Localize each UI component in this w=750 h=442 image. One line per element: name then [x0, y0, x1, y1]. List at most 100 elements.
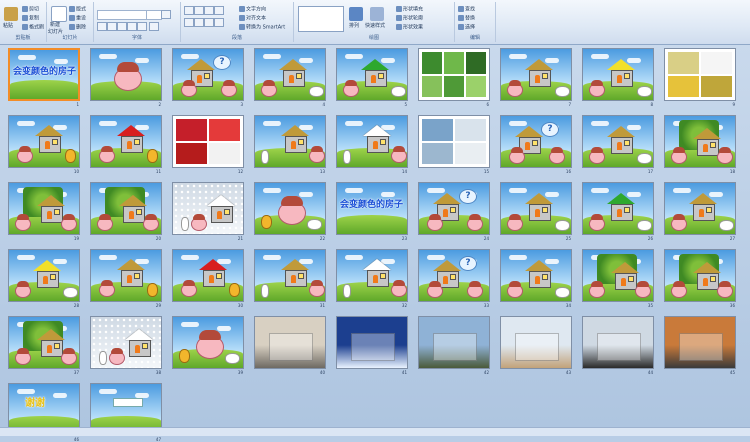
arrange-button[interactable]: 排列: [349, 23, 359, 30]
slide-24[interactable]: ?: [418, 182, 490, 235]
slide-27[interactable]: [664, 182, 736, 235]
slide-thumbnail[interactable]: 42: [418, 316, 490, 375]
slide-thumbnail[interactable]: 45: [664, 316, 736, 375]
font-color-icon[interactable]: [149, 22, 159, 31]
slide-19[interactable]: [8, 182, 80, 235]
slide-41[interactable]: [336, 316, 408, 369]
slide-thumbnail[interactable]: 29: [90, 249, 162, 308]
font-name-input[interactable]: [97, 10, 147, 20]
slide-22[interactable]: [254, 182, 326, 235]
shape-effects-button[interactable]: 形状效果: [396, 24, 423, 32]
italic-icon[interactable]: [107, 22, 117, 31]
slide-thumbnail[interactable]: 20: [90, 182, 162, 241]
new-slide-icon[interactable]: [51, 6, 67, 22]
slide-35[interactable]: [582, 249, 654, 302]
slide-thumbnail[interactable]: 38: [90, 316, 162, 375]
slide-thumbnail[interactable]: 8: [582, 48, 654, 107]
slide-thumbnail[interactable]: 37: [8, 316, 80, 375]
slide-32[interactable]: [336, 249, 408, 302]
copy-button[interactable]: 复制: [22, 15, 39, 23]
slide-30[interactable]: [172, 249, 244, 302]
increase-indent-icon[interactable]: [214, 6, 224, 15]
slide-42[interactable]: [418, 316, 490, 369]
smartart-button[interactable]: 转换为 SmartArt: [239, 24, 285, 32]
slide-5[interactable]: [336, 48, 408, 101]
shapes-gallery[interactable]: [298, 6, 344, 32]
slide-thumbnail[interactable]: 21: [172, 182, 244, 241]
slide-2[interactable]: [90, 48, 162, 101]
slide-26[interactable]: [582, 182, 654, 235]
slide-15[interactable]: [418, 115, 490, 168]
quick-styles-button[interactable]: 快速样式: [365, 23, 385, 30]
slide-14[interactable]: [336, 115, 408, 168]
slide-4[interactable]: [254, 48, 326, 101]
slide-thumbnail[interactable]: 30: [172, 249, 244, 308]
slide-thumbnail[interactable]: 41: [336, 316, 408, 375]
select-button[interactable]: 选择: [458, 24, 475, 32]
slide-45[interactable]: [664, 316, 736, 369]
slide-17[interactable]: [582, 115, 654, 168]
numbering-icon[interactable]: [194, 6, 204, 15]
strikethrough-icon[interactable]: [127, 22, 137, 31]
slide-thumbnail[interactable]: 34: [500, 249, 572, 308]
justify-icon[interactable]: [214, 18, 224, 27]
slide-thumbnail[interactable]: 4: [254, 48, 326, 107]
slide-thumbnail[interactable]: 22: [254, 182, 326, 241]
slide-thumbnail[interactable]: 13: [254, 115, 326, 174]
slide-thumbnail[interactable]: 18: [664, 115, 736, 174]
slide-thumbnail[interactable]: 15: [418, 115, 490, 174]
shadow-icon[interactable]: [137, 22, 147, 31]
find-button[interactable]: 查找: [458, 6, 475, 14]
slide-thumbnail[interactable]: 12: [172, 115, 244, 174]
slide-thumbnail[interactable]: 2: [90, 48, 162, 107]
slide-9[interactable]: [664, 48, 736, 101]
slide-thumbnail[interactable]: 5: [336, 48, 408, 107]
font-size-input[interactable]: [146, 10, 162, 20]
slide-3[interactable]: ?: [172, 48, 244, 101]
slide-20[interactable]: [90, 182, 162, 235]
cut-button[interactable]: 剪切: [22, 6, 39, 14]
slide-8[interactable]: [582, 48, 654, 101]
arrange-icon[interactable]: [349, 7, 363, 21]
slide-thumbnail[interactable]: 40: [254, 316, 326, 375]
align-left-icon[interactable]: [184, 18, 194, 27]
paste-button[interactable]: 粘贴: [3, 23, 13, 30]
slide-thumbnail[interactable]: 会变颜色的房子 23: [336, 182, 408, 241]
slide-thumbnail[interactable]: 28: [8, 249, 80, 308]
slide-thumbnail[interactable]: 6: [418, 48, 490, 107]
quick-styles-icon[interactable]: [370, 7, 384, 21]
slide-40[interactable]: [254, 316, 326, 369]
align-text-button[interactable]: 对齐文本: [239, 15, 266, 23]
slide-13[interactable]: [254, 115, 326, 168]
slide-thumbnail[interactable]: 14: [336, 115, 408, 174]
slide-thumbnail[interactable]: 27: [664, 182, 736, 241]
replace-button[interactable]: 替换: [458, 15, 475, 23]
slide-thumbnail[interactable]: 26: [582, 182, 654, 241]
slide-thumbnail[interactable]: 9: [664, 48, 736, 107]
slide-thumbnail[interactable]: ? 33: [418, 249, 490, 308]
slide-44[interactable]: [582, 316, 654, 369]
slide-thumbnail[interactable]: ? 24: [418, 182, 490, 241]
slide-thumbnail[interactable]: 19: [8, 182, 80, 241]
slide-thumbnail[interactable]: ? 16: [500, 115, 572, 174]
grow-font-icon[interactable]: [161, 10, 171, 19]
slide-1[interactable]: 会变颜色的房子: [8, 48, 80, 101]
layout-button[interactable]: 版式: [69, 6, 86, 14]
new-slide-button[interactable]: 新建: [50, 22, 60, 29]
bold-icon[interactable]: [97, 22, 107, 31]
shape-fill-button[interactable]: 形状填充: [396, 6, 423, 14]
delete-button[interactable]: 删除: [69, 24, 86, 32]
slide-thumbnail[interactable]: 10: [8, 115, 80, 174]
slide-thumbnail[interactable]: 25: [500, 182, 572, 241]
slide-thumbnail[interactable]: 43: [500, 316, 572, 375]
slide-thumbnail[interactable]: 32: [336, 249, 408, 308]
slide-thumbnail[interactable]: ? 3: [172, 48, 244, 107]
slide-39[interactable]: [172, 316, 244, 369]
slide-7[interactable]: [500, 48, 572, 101]
slide-25[interactable]: [500, 182, 572, 235]
slide-18[interactable]: [664, 115, 736, 168]
slide-10[interactable]: [8, 115, 80, 168]
slide-thumbnail[interactable]: 36: [664, 249, 736, 308]
slide-thumbnail[interactable]: 35: [582, 249, 654, 308]
reset-button[interactable]: 重设: [69, 15, 86, 23]
